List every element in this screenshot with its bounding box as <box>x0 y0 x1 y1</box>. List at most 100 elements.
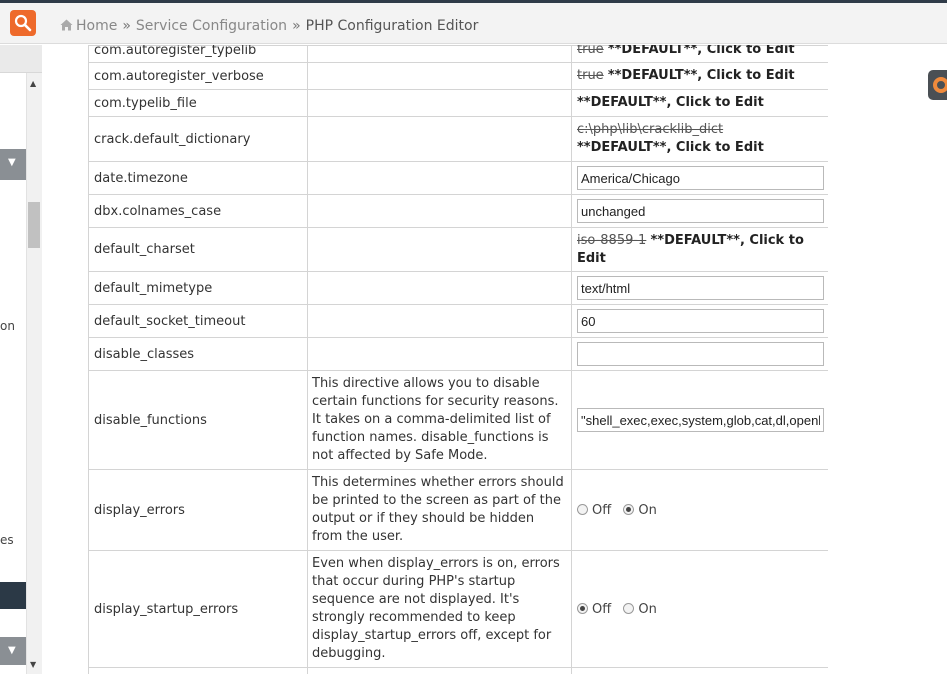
radio-off[interactable] <box>577 602 588 614</box>
home-icon <box>60 19 73 31</box>
directive-name: display_startup_errors <box>88 550 308 668</box>
chevron-down-icon: ▼ <box>8 157 16 168</box>
scrollbar-thumb[interactable] <box>28 202 40 248</box>
breadcrumb-separator: » <box>292 18 301 34</box>
breadcrumb-home[interactable]: Home <box>76 18 117 34</box>
directive-value <box>571 337 828 371</box>
default-value: c:\php\lib\cracklib_dict <box>577 122 724 137</box>
display-errors-off-option[interactable]: Off <box>577 503 611 518</box>
directive-name: disable_functions <box>88 370 308 470</box>
directive-value: Off On <box>571 550 828 668</box>
directive-description <box>307 227 572 272</box>
table-row: date.timezone <box>88 161 828 195</box>
directive-description <box>307 89 572 117</box>
radio-on[interactable] <box>623 602 635 614</box>
directive-name: crack.default_dictionary <box>88 116 308 162</box>
table-row: com.autoregister_typelib true **DEFAULT*… <box>88 45 828 63</box>
php-config-table: com.autoregister_typelib true **DEFAULT*… <box>88 45 828 674</box>
default-socket-timeout-input[interactable] <box>577 309 824 333</box>
scroll-up-icon[interactable]: ▲ <box>30 79 36 88</box>
click-to-edit-link[interactable]: **DEFAULT**, Click to Edit <box>608 45 795 57</box>
directive-name: com.typelib_file <box>88 89 308 117</box>
table-row: disable_classes <box>88 337 828 371</box>
directive-description <box>307 304 572 338</box>
directive-name: default_socket_timeout <box>88 304 308 338</box>
directive-description <box>307 45 572 63</box>
directive-description <box>307 194 572 228</box>
directive-description <box>307 271 572 305</box>
directive-description <box>307 116 572 162</box>
directive-description: This determines whether errors should be… <box>307 469 572 551</box>
chevron-down-icon: ▼ <box>8 645 16 656</box>
sidebar-text-fragment[interactable]: on <box>0 319 15 333</box>
directive-description <box>307 62 572 90</box>
sidebar-header <box>0 45 42 73</box>
sidebar-scrollbar[interactable] <box>26 73 42 674</box>
table-row: display_errors This determines whether e… <box>88 469 828 551</box>
default-value: iso-8859-1 <box>577 232 647 248</box>
disable-functions-input[interactable] <box>577 408 824 432</box>
table-row: com.autoregister_verbose true **DEFAULT*… <box>88 62 828 90</box>
table-row: crack.default_dictionary c:\php\lib\crac… <box>88 116 828 162</box>
table-row: com.typelib_file **DEFAULT**, Click to E… <box>88 89 828 117</box>
directive-value <box>571 370 828 470</box>
breadcrumb-separator: » <box>122 18 131 34</box>
click-to-edit-link[interactable]: **DEFAULT**, Click to Edit <box>577 140 764 155</box>
directive-name: disable_classes <box>88 337 308 371</box>
directive-value[interactable]: **DEFAULT**, Click to Edit <box>571 89 828 117</box>
directive-value[interactable]: true **DEFAULT**, Click to Edit <box>571 45 828 63</box>
default-mimetype-input[interactable] <box>577 276 824 300</box>
scroll-down-icon[interactable]: ▼ <box>30 660 36 669</box>
directive-value <box>571 194 828 228</box>
dbx-colnames-case-input[interactable] <box>577 199 824 223</box>
php-config-table-wrap: com.autoregister_typelib true **DEFAULT*… <box>88 45 828 674</box>
display-startup-errors-radio-group: Off On <box>577 602 823 617</box>
display-errors-radio-group: Off On <box>577 503 823 518</box>
display-startup-errors-on-option[interactable]: On <box>623 602 657 617</box>
directive-description <box>307 161 572 195</box>
directive-value[interactable]: iso-8859-1 **DEFAULT**, Click to Edit <box>571 227 828 272</box>
sidebar-text-fragment[interactable]: es <box>0 533 14 547</box>
directive-value <box>571 161 828 195</box>
directive-name: com.autoregister_typelib <box>88 45 308 63</box>
directive-value: Off On <box>571 469 828 551</box>
table-row: default_socket_timeout <box>88 304 828 338</box>
directive-name: default_mimetype <box>88 271 308 305</box>
directive-description: Even when display_errors is on, errors t… <box>307 550 572 668</box>
directive-value[interactable]: true **DEFAULT**, Click to Edit <box>571 62 828 90</box>
search-icon <box>14 14 32 32</box>
table-row: dbx.colnames_case <box>88 194 828 228</box>
directive-value[interactable]: c:\php\lib\cracklib_dict **DEFAULT**, Cli… <box>571 116 828 162</box>
radio-on[interactable] <box>623 503 635 515</box>
default-value: true <box>577 45 604 57</box>
display-errors-on-option[interactable]: On <box>623 503 657 518</box>
directive-name: date.timezone <box>88 161 308 195</box>
directive-name: com.autoregister_verbose <box>88 62 308 90</box>
sidebar-dropdown[interactable]: ▼ <box>0 149 26 180</box>
help-widget-button[interactable] <box>928 70 947 100</box>
breadcrumb-service-configuration[interactable]: Service Configuration <box>136 18 287 34</box>
default-value: true <box>577 68 604 83</box>
directive-name: display_errors <box>88 469 308 551</box>
display-startup-errors-off-option[interactable]: Off <box>577 602 611 617</box>
table-row: default_charset iso-8859-1 **DEFAULT**, … <box>88 227 828 272</box>
directive-value <box>571 271 828 305</box>
breadcrumb: Home» Service Configuration» PHP Configura… <box>60 18 478 34</box>
directive-value <box>571 304 828 338</box>
sidebar-active-item[interactable] <box>0 582 26 609</box>
date-timezone-input[interactable] <box>577 166 824 190</box>
directive-description <box>307 337 572 371</box>
directive-name: default_charset <box>88 227 308 272</box>
disable-classes-input[interactable] <box>577 342 824 366</box>
table-row: display_startup_errors Even when display… <box>88 550 828 668</box>
breadcrumb-current: PHP Configuration Editor <box>305 18 479 34</box>
search-button[interactable] <box>10 10 36 36</box>
directive-description: This directive allows you to disable cer… <box>307 370 572 470</box>
click-to-edit-link[interactable]: **DEFAULT**, Click to Edit <box>608 68 795 83</box>
table-row: disable_functions This directive allows … <box>88 370 828 470</box>
left-sidebar: ▼ on es ▼ ▲ ▼ <box>0 45 42 674</box>
sidebar-dropdown[interactable]: ▼ <box>0 637 26 665</box>
radio-off[interactable] <box>577 503 588 515</box>
click-to-edit-link[interactable]: **DEFAULT**, Click to Edit <box>577 95 764 110</box>
table-row: default_mimetype <box>88 271 828 305</box>
